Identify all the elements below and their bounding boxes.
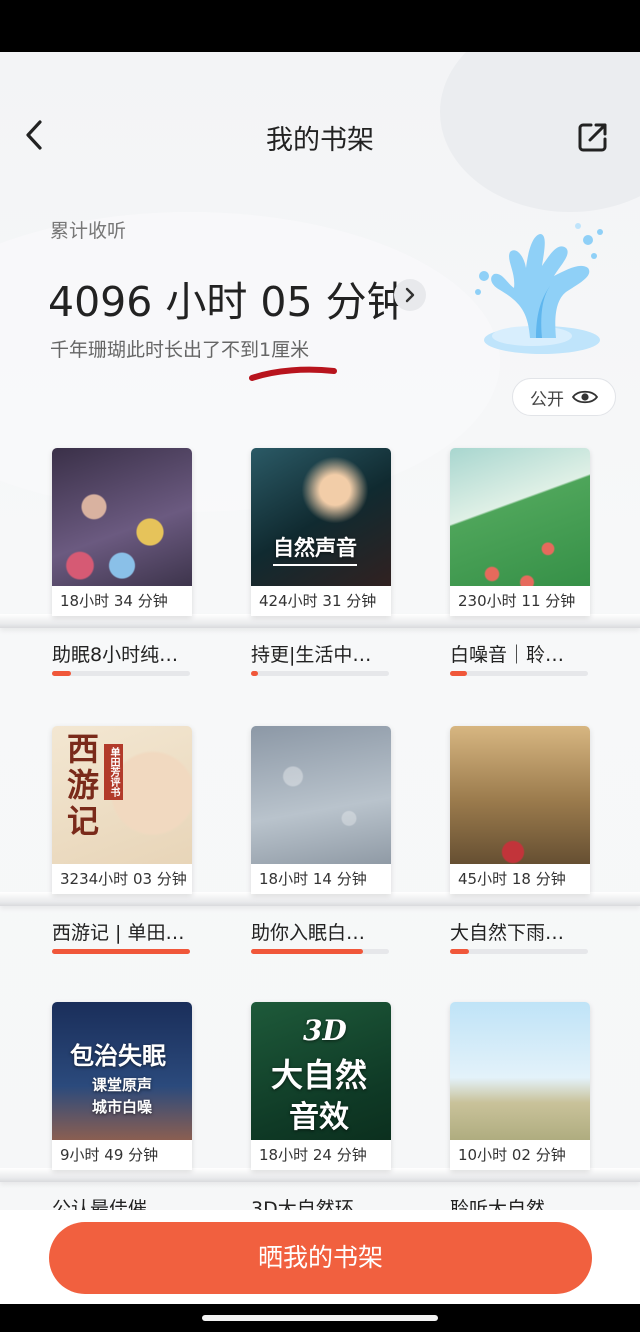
book-cover[interactable]: 3D 大自然 音效 18小时 24 分钟: [251, 1002, 391, 1170]
visibility-label: 公开: [530, 389, 564, 410]
bookshelf-page: 我的书架 累计收听 4096 小时 05 分钟 千年珊瑚此时长出了不到1厘米 公…: [0, 52, 640, 1304]
progress-fill: [450, 671, 467, 676]
shelf-board: [0, 892, 640, 906]
progress-bar: [450, 671, 588, 676]
progress-fill: [251, 949, 363, 954]
progress-bar: [450, 949, 588, 954]
book-card[interactable]: 18小时 34 分钟 助眠8小时纯…: [52, 448, 192, 676]
chevron-right-icon: [405, 287, 415, 303]
book-cover[interactable]: 10小时 02 分钟: [450, 1002, 590, 1170]
book-card[interactable]: 包治失眠 课堂原声 城市白噪 9小时 49 分钟 公认最佳催…: [52, 1002, 192, 1220]
cover-title: 自然声音: [273, 535, 357, 560]
book-cover[interactable]: 包治失眠 课堂原声 城市白噪 9小时 49 分钟: [52, 1002, 192, 1170]
book-card[interactable]: 西游记 单田芳评书 3234小时 03 分钟 西游记 | 单田…: [52, 726, 192, 954]
coral-illustration: [475, 223, 603, 354]
page-title: 我的书架: [266, 125, 374, 156]
cover-title: 大自然: [271, 1056, 368, 1094]
progress-fill: [52, 949, 190, 954]
book-card[interactable]: 18小时 14 分钟 助你入眠白…: [251, 726, 391, 954]
cover-title: 3D: [303, 1014, 347, 1047]
book-title: 西游记 | 单田…: [52, 922, 185, 944]
listen-time: 230小时 11 分钟: [450, 586, 590, 616]
share-bookshelf-button[interactable]: 晒我的书架: [49, 1222, 592, 1294]
stat-label: 累计收听: [50, 220, 127, 242]
red-underline-stroke: [249, 366, 337, 381]
book-cover[interactable]: 自然声音 424小时 31 分钟: [251, 448, 391, 616]
book-title: 持更|生活中…: [251, 644, 372, 666]
cover-title: 西游记: [62, 732, 100, 840]
total-listen-time: 4096 小时 05 分钟: [48, 278, 408, 326]
stat-detail-button[interactable]: [394, 279, 426, 311]
book-title: 白噪音｜聆…: [450, 644, 565, 666]
progress-bar: [251, 949, 389, 954]
book-cover[interactable]: 230小时 11 分钟: [450, 448, 590, 616]
listen-time: 18小时 14 分钟: [251, 864, 391, 894]
book-card[interactable]: 3D 大自然 音效 18小时 24 分钟 3D大自然环…: [251, 1002, 391, 1220]
progress-bar: [251, 671, 389, 676]
listen-time: 3234小时 03 分钟: [52, 864, 192, 894]
book-title: 助你入眠白…: [251, 922, 366, 944]
cover-title: 音效: [289, 1100, 349, 1135]
book-card[interactable]: 45小时 18 分钟 大自然下雨…: [450, 726, 590, 954]
listen-time: 45小时 18 分钟: [450, 864, 590, 894]
eye-icon: [572, 390, 598, 404]
cover-subtitle: 课堂原声: [92, 1076, 153, 1094]
book-cover[interactable]: 18小时 14 分钟: [251, 726, 391, 894]
shelf-board: [0, 1168, 640, 1182]
listen-time: 18小时 24 分钟: [251, 1140, 391, 1170]
shelf-board: [0, 614, 640, 628]
book-cover[interactable]: 45小时 18 分钟: [450, 726, 590, 894]
listen-time: 18小时 34 分钟: [52, 586, 192, 616]
cover-title: 包治失眠: [70, 1041, 166, 1070]
listen-time: 10小时 02 分钟: [450, 1140, 590, 1170]
book-cover[interactable]: 西游记 单田芳评书 3234小时 03 分钟: [52, 726, 192, 894]
home-indicator[interactable]: [202, 1315, 438, 1321]
book-card[interactable]: 230小时 11 分钟 白噪音｜聆…: [450, 448, 590, 676]
progress-fill: [52, 671, 72, 676]
progress-fill: [251, 671, 258, 676]
share-icon: [578, 123, 607, 152]
book-title: 助眠8小时纯…: [52, 644, 179, 666]
share-button[interactable]: [576, 120, 610, 154]
listen-time: 424小时 31 分钟: [251, 586, 391, 616]
status-bar: [0, 0, 640, 52]
cover-subtitle: 单田芳评书: [104, 744, 123, 800]
progress-bar: [52, 949, 190, 954]
book-cover[interactable]: 18小时 34 分钟: [52, 448, 192, 616]
visibility-toggle[interactable]: 公开: [512, 378, 616, 416]
stat-description: 千年珊瑚此时长出了不到1厘米: [50, 339, 310, 361]
book-title: 大自然下雨…: [450, 922, 565, 944]
progress-fill: [450, 949, 470, 954]
progress-bar: [52, 671, 190, 676]
cover-subtitle: 城市白噪: [92, 1098, 153, 1116]
listen-time: 9小时 49 分钟: [52, 1140, 192, 1170]
book-card[interactable]: 10小时 02 分钟 聆听大自然…: [450, 1002, 590, 1220]
book-card[interactable]: 自然声音 424小时 31 分钟 持更|生活中…: [251, 448, 391, 676]
